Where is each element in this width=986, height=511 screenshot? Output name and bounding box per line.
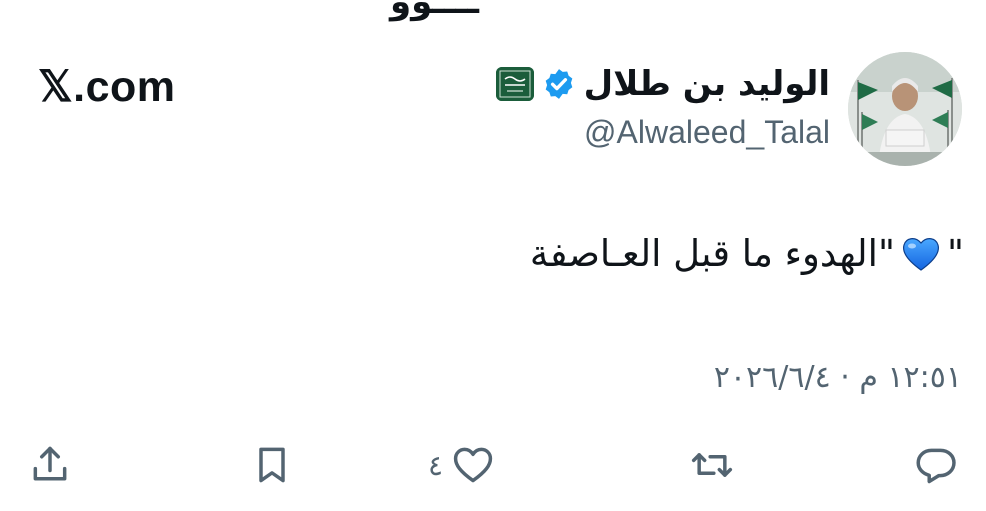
cropped-top-text: ــــوو (390, 0, 479, 22)
author-handle[interactable]: @Alwaleed_Talal (584, 114, 830, 151)
retweet-icon (691, 453, 733, 477)
verified-icon (542, 67, 576, 101)
like-icon (453, 447, 493, 483)
reply-button[interactable] (914, 435, 958, 495)
affiliation-flag-icon[interactable] (495, 67, 534, 101)
tweet-text-close-quote: " (946, 232, 964, 275)
share-button[interactable] (28, 435, 72, 495)
reply-icon (916, 448, 956, 484)
author-name-row: الوليد بن طلال (495, 64, 830, 104)
bookmark-icon (259, 447, 285, 483)
like-count: ٤ (428, 448, 444, 482)
bookmark-button[interactable] (250, 435, 294, 495)
retweet-button[interactable] (690, 435, 734, 495)
brand-logo[interactable]: 𝕏.com (38, 62, 176, 112)
tweet-screenshot: ــــوو 𝕏.com الوليد بن طلال @Alwaleed_Ta… (0, 0, 986, 511)
avatar[interactable] (848, 52, 962, 166)
blue-heart-emoji (901, 235, 941, 273)
author-display-name[interactable]: الوليد بن طلال (584, 64, 830, 104)
like-button[interactable]: ٤ (428, 435, 495, 495)
tweet-text-body: "الهدوء ما قبل العـاصفة (529, 232, 895, 275)
tweet-text: "الهدوء ما قبل العـاصفة " (530, 232, 964, 275)
action-bar: ٤ (0, 435, 986, 495)
share-icon (33, 446, 67, 481)
tweet-timestamp[interactable]: ١٢:٥١ م · ٢٠٢٦/٦/٤ (714, 360, 962, 395)
